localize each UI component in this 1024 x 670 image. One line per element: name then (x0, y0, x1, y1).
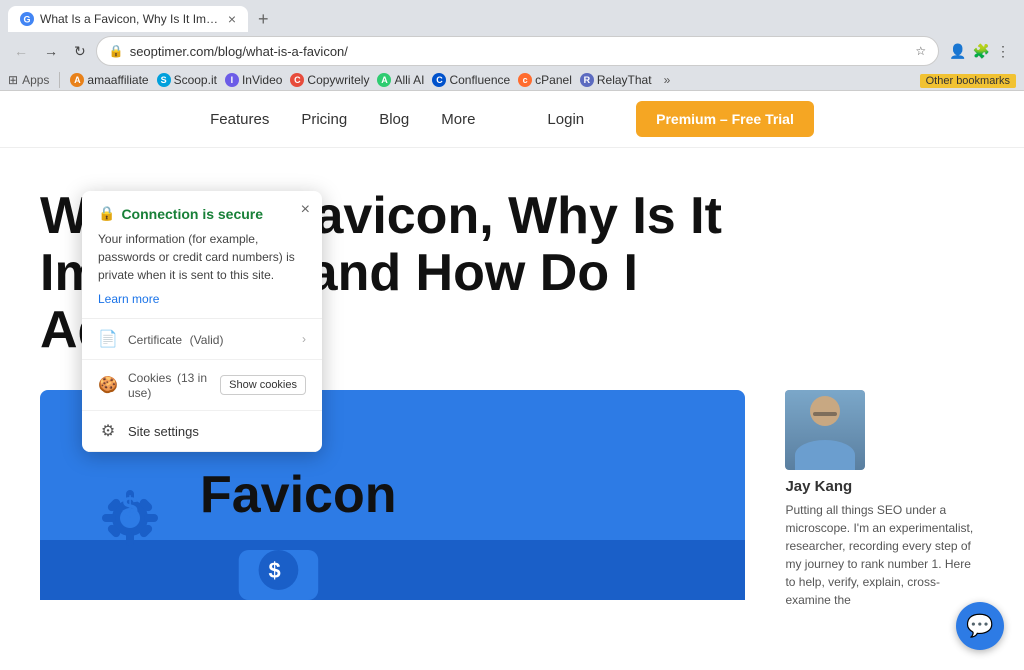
nav-login[interactable]: Login (547, 111, 584, 128)
page-content: Features Pricing Blog More Login Premium… (0, 91, 1024, 651)
bookmarks-apps-button[interactable]: ⊞ Apps (8, 73, 49, 87)
bookmark-relaythat[interactable]: R RelayThat (580, 73, 652, 87)
site-navbar: Features Pricing Blog More Login Premium… (0, 91, 1024, 148)
popup-close-button[interactable]: × (301, 201, 310, 219)
confluence-label: Confluence (449, 73, 510, 87)
amaaffiliate-label: amaaffiliate (87, 73, 148, 87)
cpanel-icon: c (518, 73, 532, 87)
bookmark-invideo[interactable]: I InVideo (225, 73, 282, 87)
bookmark-confluence[interactable]: C Confluence (432, 73, 510, 87)
cpanel-label: cPanel (535, 73, 572, 87)
cookies-icon: 🍪 (98, 375, 118, 395)
popup-cookies-item[interactable]: 🍪 Cookies (13 in use) Show cookies (82, 360, 322, 411)
tab-title: What Is a Favicon, Why Is It Imp... (40, 12, 222, 26)
copywritely-icon: C (290, 73, 304, 87)
browser-chrome: G What Is a Favicon, Why Is It Imp... × … (0, 0, 1024, 91)
favicon-gear-container: $ (80, 468, 180, 521)
settings-icon: ⚙ (98, 421, 118, 441)
invideo-label: InVideo (242, 73, 282, 87)
lock-secure-icon: 🔒 (98, 205, 115, 222)
confluence-icon: C (432, 73, 446, 87)
bookmark-cpanel[interactable]: c cPanel (518, 73, 572, 87)
scoopit-icon: S (157, 73, 171, 87)
svg-text:$: $ (269, 557, 281, 582)
bookmark-scoopit[interactable]: S Scoop.it (157, 73, 217, 87)
popup-site-settings-label: Site settings (128, 424, 306, 439)
extensions-icon[interactable]: 🧩 (973, 43, 990, 60)
more-bookmarks-button[interactable]: » (664, 73, 671, 87)
popup-learn-more-link[interactable]: Learn more (98, 292, 159, 306)
apps-label: Apps (22, 73, 49, 87)
author-bio: Putting all things SEO under a microscop… (785, 501, 984, 609)
star-icon[interactable]: ☆ (915, 44, 926, 58)
popup-description: Your information (for example, passwords… (98, 230, 306, 284)
popup-site-settings-item[interactable]: ⚙ Site settings (82, 411, 322, 452)
favicon-label: Favicon (200, 466, 397, 524)
popup-certificate-label: Certificate (Valid) (128, 332, 292, 347)
tab-close-button[interactable]: × (228, 12, 236, 26)
new-tab-button[interactable]: + (252, 7, 275, 32)
tab-bar: G What Is a Favicon, Why Is It Imp... × … (0, 0, 1024, 32)
bookmarks-separator (59, 72, 60, 88)
lock-icon: 🔒 (109, 44, 124, 58)
security-popup: 🔒 Connection is secure Your information … (82, 191, 322, 452)
address-text: seoptimer.com/blog/what-is-a-favicon/ (130, 44, 910, 59)
relaythat-label: RelayThat (597, 73, 652, 87)
author-head (810, 396, 840, 426)
alliai-label: Alli AI (394, 73, 424, 87)
reload-button[interactable]: ↻ (68, 39, 92, 64)
toolbar-icons: 👤 🧩 ⋮ (943, 43, 1016, 60)
author-glasses (813, 412, 837, 416)
popup-certificate-item[interactable]: 📄 Certificate (Valid) › (82, 319, 322, 360)
favicon-text-container: Favicon (200, 465, 397, 525)
forward-button[interactable]: → (38, 39, 64, 63)
bookmark-amaaffiliate[interactable]: A amaaffiliate (70, 73, 148, 87)
chat-button[interactable]: 💬 (956, 602, 1004, 650)
nav-links: Features Pricing Blog More (210, 111, 475, 128)
chat-icon-symbol: 💬 (966, 613, 993, 639)
author-body (795, 440, 855, 470)
bookmark-alliai[interactable]: A Alli AI (377, 73, 424, 87)
show-cookies-button[interactable]: Show cookies (220, 375, 306, 395)
alliai-icon: A (377, 73, 391, 87)
certificate-arrow: › (302, 332, 306, 346)
author-photo (785, 390, 865, 470)
nav-blog[interactable]: Blog (379, 111, 409, 128)
apps-grid-icon: ⊞ (8, 73, 18, 87)
author-name: Jay Kang (785, 478, 984, 495)
svg-text:G: G (23, 15, 30, 25)
bookmark-copywritely[interactable]: C Copywritely (290, 73, 369, 87)
profile-icon[interactable]: 👤 (949, 43, 966, 60)
other-bookmarks[interactable]: Other bookmarks (920, 73, 1016, 87)
popup-secure-label: 🔒 Connection is secure (98, 205, 306, 222)
certificate-icon: 📄 (98, 329, 118, 349)
other-bookmarks-label: Other bookmarks (920, 74, 1016, 88)
nav-pricing[interactable]: Pricing (301, 111, 347, 128)
author-block: Jay Kang Putting all things SEO under a … (785, 390, 984, 609)
popup-header: 🔒 Connection is secure Your information … (82, 191, 322, 319)
bookmarks-bar: ⊞ Apps A amaaffiliate S Scoop.it I InVid… (0, 70, 1024, 91)
address-bar[interactable]: 🔒 seoptimer.com/blog/what-is-a-favicon/ … (96, 36, 939, 66)
back-button[interactable]: ← (8, 39, 34, 63)
scoopit-label: Scoop.it (174, 73, 217, 87)
browser-controls: ← → ↻ 🔒 seoptimer.com/blog/what-is-a-fav… (0, 32, 1024, 70)
amaaffiliate-icon: A (70, 73, 84, 87)
nav-features[interactable]: Features (210, 111, 269, 128)
copywritely-label: Copywritely (307, 73, 369, 87)
tab-favicon: G (20, 12, 34, 26)
nav-more[interactable]: More (441, 111, 475, 128)
active-tab[interactable]: G What Is a Favicon, Why Is It Imp... × (8, 6, 248, 32)
cookies-row: Cookies (13 in use) Show cookies (128, 370, 306, 400)
relaythat-icon: R (580, 73, 594, 87)
menu-icon[interactable]: ⋮ (996, 43, 1010, 60)
popup-cookies-label: Cookies (13 in use) (128, 370, 220, 400)
invideo-icon: I (225, 73, 239, 87)
nav-cta-button[interactable]: Premium – Free Trial (636, 101, 814, 137)
dollar-icon: $ (122, 493, 138, 521)
